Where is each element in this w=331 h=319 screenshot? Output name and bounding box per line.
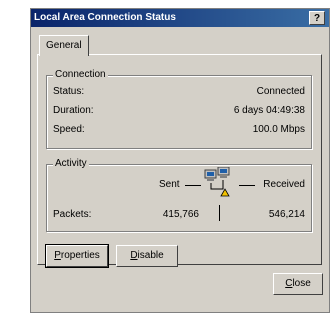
- status-label: Status:: [53, 86, 85, 97]
- tab-panel: Connection Status: Connected Duration: 6…: [37, 54, 322, 268]
- connection-legend: Connection: [53, 69, 108, 80]
- properties-accel: P: [54, 250, 61, 261]
- disable-rest: isable: [137, 250, 164, 261]
- speed-label: Speed:: [53, 124, 85, 135]
- sent-label: Sent: [159, 179, 180, 190]
- disable-button[interactable]: Disable: [116, 245, 178, 267]
- duration-label: Duration:: [53, 105, 94, 116]
- window-title: Local Area Connection Status: [34, 12, 176, 23]
- packets-label: Packets:: [53, 209, 92, 220]
- received-label: Received: [263, 179, 305, 190]
- help-button[interactable]: ?: [309, 11, 325, 25]
- activity-group: Activity Sent Received Packets: 415,766: [46, 158, 312, 232]
- title-bar: Local Area Connection Status ?: [31, 9, 329, 27]
- sent-line: [185, 185, 201, 186]
- activity-legend: Activity: [53, 158, 89, 169]
- properties-button[interactable]: Properties: [45, 244, 109, 268]
- speed-value: 100.0 Mbps: [252, 124, 305, 135]
- close-button[interactable]: Close: [273, 273, 323, 295]
- received-line: [239, 185, 255, 186]
- status-dialog: Local Area Connection Status ? General C…: [30, 8, 330, 313]
- disable-accel: D: [130, 250, 138, 261]
- tab-general[interactable]: General: [39, 35, 89, 56]
- packets-received-value: 546,214: [268, 209, 305, 220]
- duration-value: 6 days 04:49:38: [233, 105, 305, 116]
- status-value: Connected: [256, 86, 305, 97]
- packets-divider: [219, 205, 220, 221]
- close-rest: lose: [292, 278, 311, 289]
- packets-sent-value: 415,766: [162, 209, 199, 220]
- connection-group: Connection Status: Connected Duration: 6…: [46, 69, 312, 149]
- properties-rest: roperties: [60, 250, 100, 261]
- network-computers-icon: [203, 166, 233, 197]
